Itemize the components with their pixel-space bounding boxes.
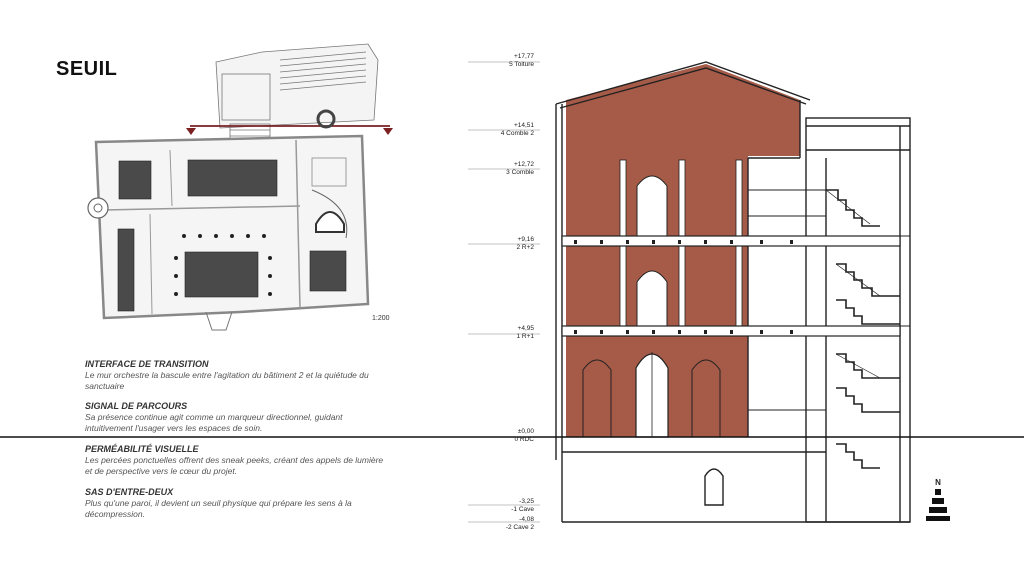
level-elevation: +4,95 <box>517 325 534 332</box>
level-comble-2: +14,51 4 Comble 2 <box>468 122 534 138</box>
level-rdc: ±0,00 0 RDC <box>468 428 534 444</box>
brick-wall <box>566 64 800 438</box>
level-elevation: +14,51 <box>513 122 534 129</box>
annex-floors <box>748 189 910 411</box>
building-section <box>0 61 1024 523</box>
level-elevation: +12,72 <box>513 161 534 168</box>
level-name: -1 Cave <box>511 506 534 513</box>
north-label: N <box>935 478 941 487</box>
level-toiture: +17,77 5 Toiture <box>468 53 534 69</box>
level-elevation: -4,08 <box>519 516 534 523</box>
level-cave: -3,25 -1 Cave <box>468 498 534 514</box>
level-name: 3 Comble <box>506 169 534 176</box>
level-elevation: +17,77 <box>513 53 534 60</box>
level-comble: +12,72 3 Comble <box>468 161 534 177</box>
level-cave-2: -4,08 -2 Cave 2 <box>468 516 534 532</box>
level-r2: +9,16 2 R+2 <box>468 236 534 252</box>
level-name: -2 Cave 2 <box>505 524 534 531</box>
level-name: 4 Comble 2 <box>500 130 534 137</box>
level-name: 5 Toiture <box>509 61 534 68</box>
level-elevation: +9,16 <box>517 236 534 243</box>
level-name: 2 R+2 <box>516 244 534 251</box>
level-elevation: ±0,00 <box>517 428 534 435</box>
level-name: 1 R+1 <box>516 333 534 340</box>
level-name: 0 RDC <box>514 436 534 443</box>
north-icon <box>926 489 950 521</box>
north-indicator: N <box>926 478 950 526</box>
level-elevation: -3,25 <box>519 498 534 505</box>
level-r1: +4,95 1 R+1 <box>468 325 534 341</box>
